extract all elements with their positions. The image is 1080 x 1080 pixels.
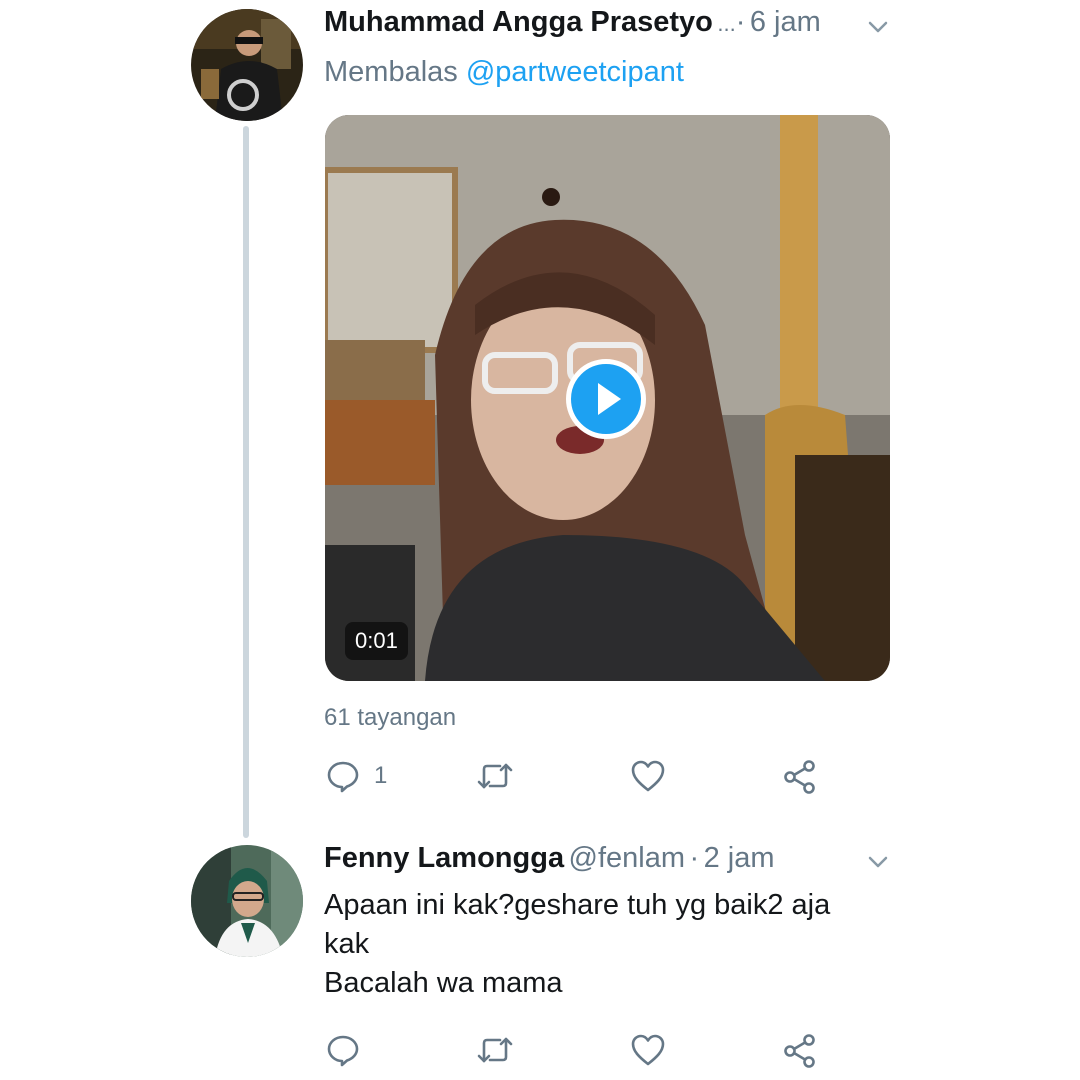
play-button[interactable] [566,359,646,439]
reply-button[interactable]: 1 [326,759,387,793]
retweet-button[interactable] [476,759,528,793]
share-icon [784,1034,815,1068]
reply-count: 1 [374,762,388,789]
tweet-text: Apaan ini kak?geshare tuh yg baik2 aja k… [324,886,830,1003]
like-button[interactable] [630,1033,680,1067]
reply-button[interactable] [326,1033,374,1067]
author-name[interactable]: Fenny Lamongga [324,842,564,874]
retweet-icon [477,1037,513,1063]
avatar[interactable] [191,845,303,957]
reply-prefix: Membalas [324,56,458,88]
tweet-time[interactable]: 2 jam [704,842,775,874]
reply-icon [327,761,359,793]
share-button[interactable] [782,759,818,795]
like-icon [631,1034,665,1066]
tweet-time[interactable]: 6 jam [750,6,821,38]
share-button[interactable] [782,1033,818,1069]
author-name[interactable]: Muhammad Angga Prasetyo [324,6,713,38]
like-icon [631,760,665,792]
play-icon [598,383,621,415]
video-duration: 0:01 [345,622,408,660]
author-handle[interactable]: @fenlam [569,842,685,874]
reply-icon [327,1035,359,1067]
like-button[interactable] [630,759,680,793]
share-icon [784,760,815,794]
retweet-button[interactable] [476,1033,528,1067]
tweet-text-line: kak [324,928,370,960]
chevron-down-icon[interactable] [866,15,890,39]
reply-mention-link[interactable]: @partweetcipant [466,56,684,88]
avatar[interactable] [191,9,303,121]
tweet-text-line: Apaan ini kak?geshare tuh yg baik2 aja [324,889,831,921]
view-count: 61 tayangan [324,704,457,731]
reply-context: Membalas @partweetcipant [324,56,684,89]
thread-connector-line [243,126,249,838]
author-handle-truncated[interactable]: ... [717,11,735,36]
meta-separator: · [735,6,746,38]
tweet-text-line: Bacalah wa mama [324,967,563,999]
chevron-down-icon[interactable] [866,850,890,874]
retweet-icon [477,763,513,789]
meta-separator: · [689,842,700,874]
video-player[interactable]: 0:01 [325,115,890,681]
